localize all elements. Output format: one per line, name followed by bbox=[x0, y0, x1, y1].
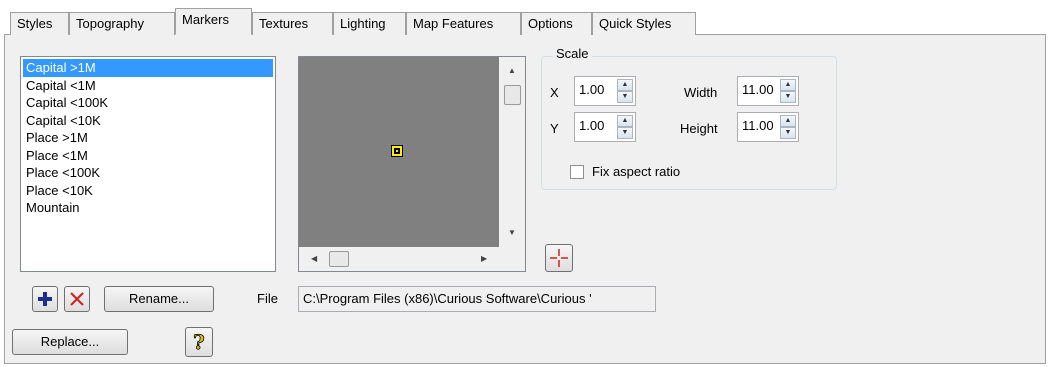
rename-button[interactable]: Rename... bbox=[104, 286, 214, 312]
tab-map-features[interactable]: Map Features bbox=[406, 12, 521, 35]
fix-aspect-label[interactable]: Fix aspect ratio bbox=[592, 164, 680, 179]
vertical-scroll-thumb[interactable] bbox=[504, 85, 521, 105]
list-item[interactable]: Place <100K bbox=[23, 164, 273, 182]
tab-quick-styles[interactable]: Quick Styles bbox=[592, 12, 696, 35]
list-item[interactable]: Place <1M bbox=[23, 147, 273, 165]
scroll-corner bbox=[499, 247, 525, 271]
center-marker-button[interactable] bbox=[545, 244, 573, 272]
list-item[interactable]: Mountain bbox=[23, 199, 273, 217]
list-item[interactable]: Place >1M bbox=[23, 129, 273, 147]
spin-up-icon[interactable]: ▲ bbox=[780, 79, 796, 91]
list-item[interactable]: Place <10K bbox=[23, 182, 273, 200]
list-item[interactable]: Capital >1M bbox=[23, 59, 273, 77]
spin-down-icon[interactable]: ▼ bbox=[617, 127, 633, 139]
scroll-up-icon[interactable]: ▲ bbox=[508, 67, 516, 75]
x-scale-value[interactable]: 1.00 bbox=[579, 82, 604, 97]
markers-listbox[interactable]: Capital >1M Capital <1M Capital <100K Ca… bbox=[20, 56, 276, 272]
file-label: File bbox=[257, 291, 278, 306]
spin-down-icon[interactable]: ▼ bbox=[617, 91, 633, 103]
spin-down-icon[interactable]: ▼ bbox=[780, 127, 796, 139]
marker-preview: ▲ ▼ ◀ ▶ bbox=[298, 56, 526, 272]
replace-button[interactable]: Replace... bbox=[12, 329, 128, 355]
tab-markers[interactable]: Markers bbox=[175, 8, 252, 35]
width-label: Width bbox=[684, 85, 718, 100]
horizontal-scroll-thumb[interactable] bbox=[329, 251, 349, 267]
marker-square-icon bbox=[391, 145, 403, 157]
help-button[interactable]: ? bbox=[185, 327, 213, 357]
height-label: Height bbox=[680, 121, 718, 136]
scroll-right-icon[interactable]: ▶ bbox=[481, 255, 487, 263]
add-marker-button[interactable] bbox=[32, 286, 58, 312]
y-scale-value[interactable]: 1.00 bbox=[579, 118, 604, 133]
tab-lighting[interactable]: Lighting bbox=[333, 12, 406, 35]
scale-group-title: Scale bbox=[553, 46, 592, 61]
height-value[interactable]: 11.00 bbox=[742, 118, 774, 133]
width-spinner[interactable]: 11.00 ▲ ▼ bbox=[737, 76, 799, 106]
list-item[interactable]: Capital <1M bbox=[23, 77, 273, 95]
delete-x-icon bbox=[70, 292, 84, 306]
fix-aspect-checkbox[interactable] bbox=[570, 165, 584, 179]
preview-canvas[interactable] bbox=[299, 57, 499, 247]
crosshair-icon bbox=[550, 249, 568, 267]
x-label: X bbox=[550, 85, 559, 100]
spin-up-icon[interactable]: ▲ bbox=[617, 79, 633, 91]
tab-options[interactable]: Options bbox=[521, 12, 592, 35]
spin-up-icon[interactable]: ▲ bbox=[617, 115, 633, 127]
scroll-down-icon[interactable]: ▼ bbox=[508, 229, 516, 237]
file-path-field[interactable]: C:\Program Files (x86)\Curious Software\… bbox=[298, 286, 656, 312]
plus-icon bbox=[38, 292, 52, 306]
list-item[interactable]: Capital <10K bbox=[23, 112, 273, 130]
horizontal-scrollbar[interactable]: ◀ ▶ bbox=[299, 247, 499, 271]
spin-up-icon[interactable]: ▲ bbox=[780, 115, 796, 127]
svg-text:?: ? bbox=[193, 331, 205, 353]
tab-styles[interactable]: Styles bbox=[10, 12, 69, 35]
delete-marker-button[interactable] bbox=[64, 286, 90, 312]
help-icon: ? bbox=[193, 330, 206, 355]
y-scale-spinner[interactable]: 1.00 ▲ ▼ bbox=[574, 112, 636, 142]
tab-topography[interactable]: Topography bbox=[69, 12, 175, 35]
list-item[interactable]: Capital <100K bbox=[23, 94, 273, 112]
y-label: Y bbox=[550, 121, 559, 136]
x-scale-spinner[interactable]: 1.00 ▲ ▼ bbox=[574, 76, 636, 106]
width-value[interactable]: 11.00 bbox=[742, 82, 774, 97]
tab-textures[interactable]: Textures bbox=[252, 12, 333, 35]
height-spinner[interactable]: 11.00 ▲ ▼ bbox=[737, 112, 799, 142]
spin-down-icon[interactable]: ▼ bbox=[780, 91, 796, 103]
scroll-left-icon[interactable]: ◀ bbox=[311, 255, 317, 263]
vertical-scrollbar[interactable]: ▲ ▼ bbox=[499, 57, 525, 247]
